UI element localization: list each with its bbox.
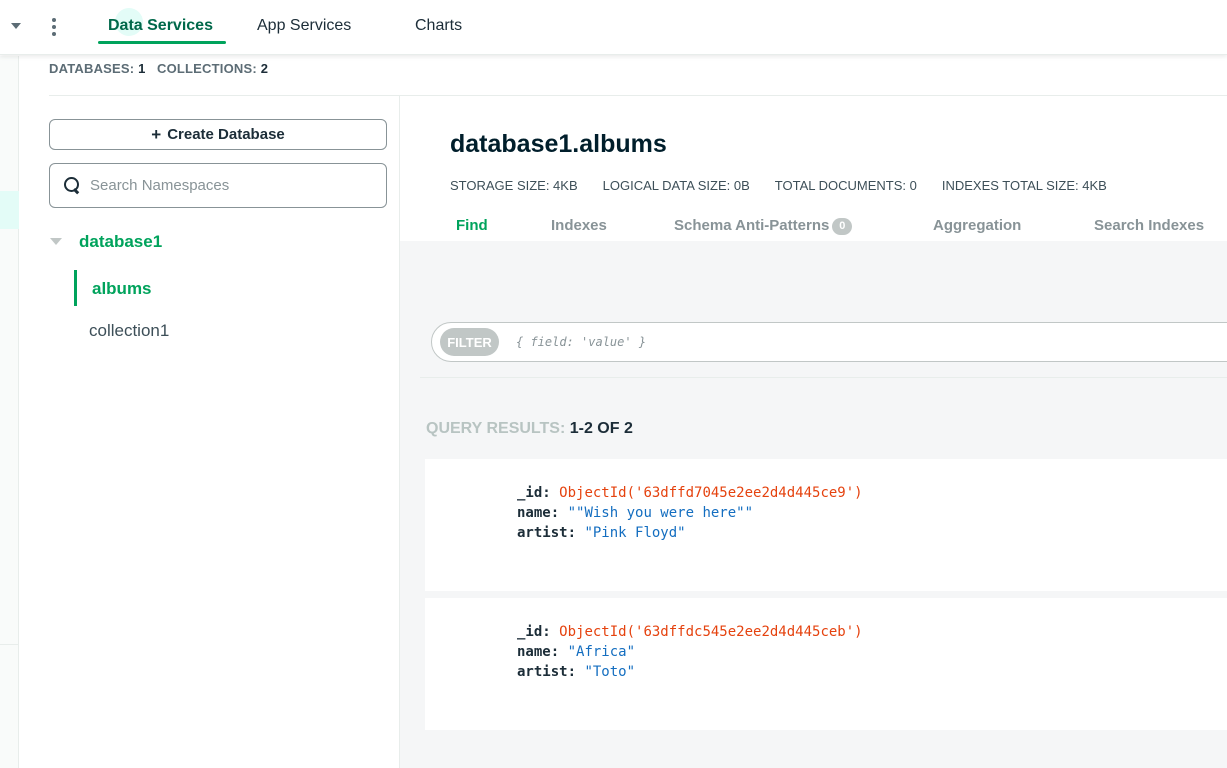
query-results-label: QUERY RESULTS:: [426, 420, 566, 437]
tab-aggregation[interactable]: Aggregation: [933, 217, 1021, 234]
tab-charts[interactable]: Charts: [415, 17, 462, 35]
document-card[interactable]: _id: ObjectId('63dffdc545e2ee2d4d445ceb'…: [425, 598, 1227, 730]
rail-divider: [0, 644, 19, 645]
left-rail: [0, 56, 19, 768]
plus-icon: +: [151, 124, 162, 144]
field-value-name: ""Wish you were here"": [567, 505, 754, 521]
field-value-id: ObjectId('63dffd7045e2ee2d4d445ce9'): [559, 485, 863, 501]
tab-indexes[interactable]: Indexes: [551, 217, 607, 234]
databases-label: DATABASES:: [49, 61, 135, 76]
field-value-id: ObjectId('63dffdc545e2ee2d4d445ceb'): [559, 624, 863, 640]
field-value-artist: "Pink Floyd": [584, 525, 686, 541]
active-tab-indicator: [98, 41, 226, 44]
filter-bar[interactable]: FILTER { field: 'value' }: [431, 322, 1227, 362]
active-collection-indicator: [74, 270, 77, 306]
field-value-artist: "Toto": [584, 664, 636, 680]
namespace-search: [49, 163, 387, 208]
filter-input[interactable]: { field: 'value' }: [516, 335, 646, 349]
collection-item-collection1[interactable]: collection1: [89, 321, 169, 341]
tab-find[interactable]: Find: [456, 217, 488, 234]
header-divider: [49, 95, 1227, 96]
collection-tabs: Find Indexes Schema Anti-Patterns 0 Aggre…: [400, 207, 1227, 241]
collection-stats: STORAGE SIZE: 4KB LOGICAL DATA SIZE: 0B …: [450, 178, 1107, 193]
field-key: name:: [517, 644, 560, 660]
field-key: _id:: [517, 624, 551, 640]
tab-data-services[interactable]: Data Services: [108, 17, 213, 35]
create-database-label: Create Database: [167, 126, 285, 143]
logical-data-size: LOGICAL DATA SIZE: 0B: [602, 178, 750, 193]
indexes-total-size: INDEXES TOTAL SIZE: 4KB: [941, 178, 1107, 193]
more-options-icon[interactable]: [51, 18, 57, 36]
tab-app-services[interactable]: App Services: [257, 17, 351, 35]
collections-label: COLLECTIONS:: [156, 61, 257, 76]
anti-patterns-count-badge: 0: [832, 218, 853, 235]
tab-schema-anti-patterns[interactable]: Schema Anti-Patterns 0: [674, 217, 853, 235]
search-input[interactable]: [90, 177, 370, 194]
search-icon: [64, 176, 82, 195]
tab-search-indexes[interactable]: Search Indexes: [1094, 217, 1204, 234]
field-key: _id:: [517, 485, 551, 501]
collections-count: 2: [260, 61, 269, 76]
page-title: database1.albums: [450, 130, 667, 158]
database-item[interactable]: database1: [79, 232, 162, 252]
query-results-range: 1-2 OF 2: [569, 420, 633, 437]
filter-label: FILTER: [440, 328, 499, 356]
namespace-counts: DATABASES: 1 COLLECTIONS: 2: [49, 61, 268, 76]
document-card[interactable]: _id: ObjectId('63dffd7045e2ee2d4d445ce9'…: [425, 459, 1227, 591]
databases-count: 1: [138, 61, 146, 76]
field-key: artist:: [517, 525, 577, 541]
filter-divider: [420, 377, 1227, 378]
total-documents: TOTAL DOCUMENTS: 0: [774, 178, 917, 193]
collection-item-albums[interactable]: albums: [92, 279, 152, 299]
tab-schema-anti-patterns-label: Schema Anti-Patterns: [674, 217, 830, 234]
top-nav: Data Services App Services Charts: [0, 0, 1227, 55]
field-key: name:: [517, 505, 560, 521]
create-database-button[interactable]: + Create Database: [49, 119, 387, 150]
query-results-count: QUERY RESULTS: 1-2 OF 2: [426, 420, 633, 438]
field-value-name: "Africa": [567, 644, 636, 660]
chevron-down-icon[interactable]: [11, 23, 21, 29]
field-key: artist:: [517, 664, 577, 680]
rail-active-marker: [0, 191, 19, 229]
caret-down-icon[interactable]: [50, 238, 62, 245]
storage-size: STORAGE SIZE: 4KB: [450, 178, 578, 193]
